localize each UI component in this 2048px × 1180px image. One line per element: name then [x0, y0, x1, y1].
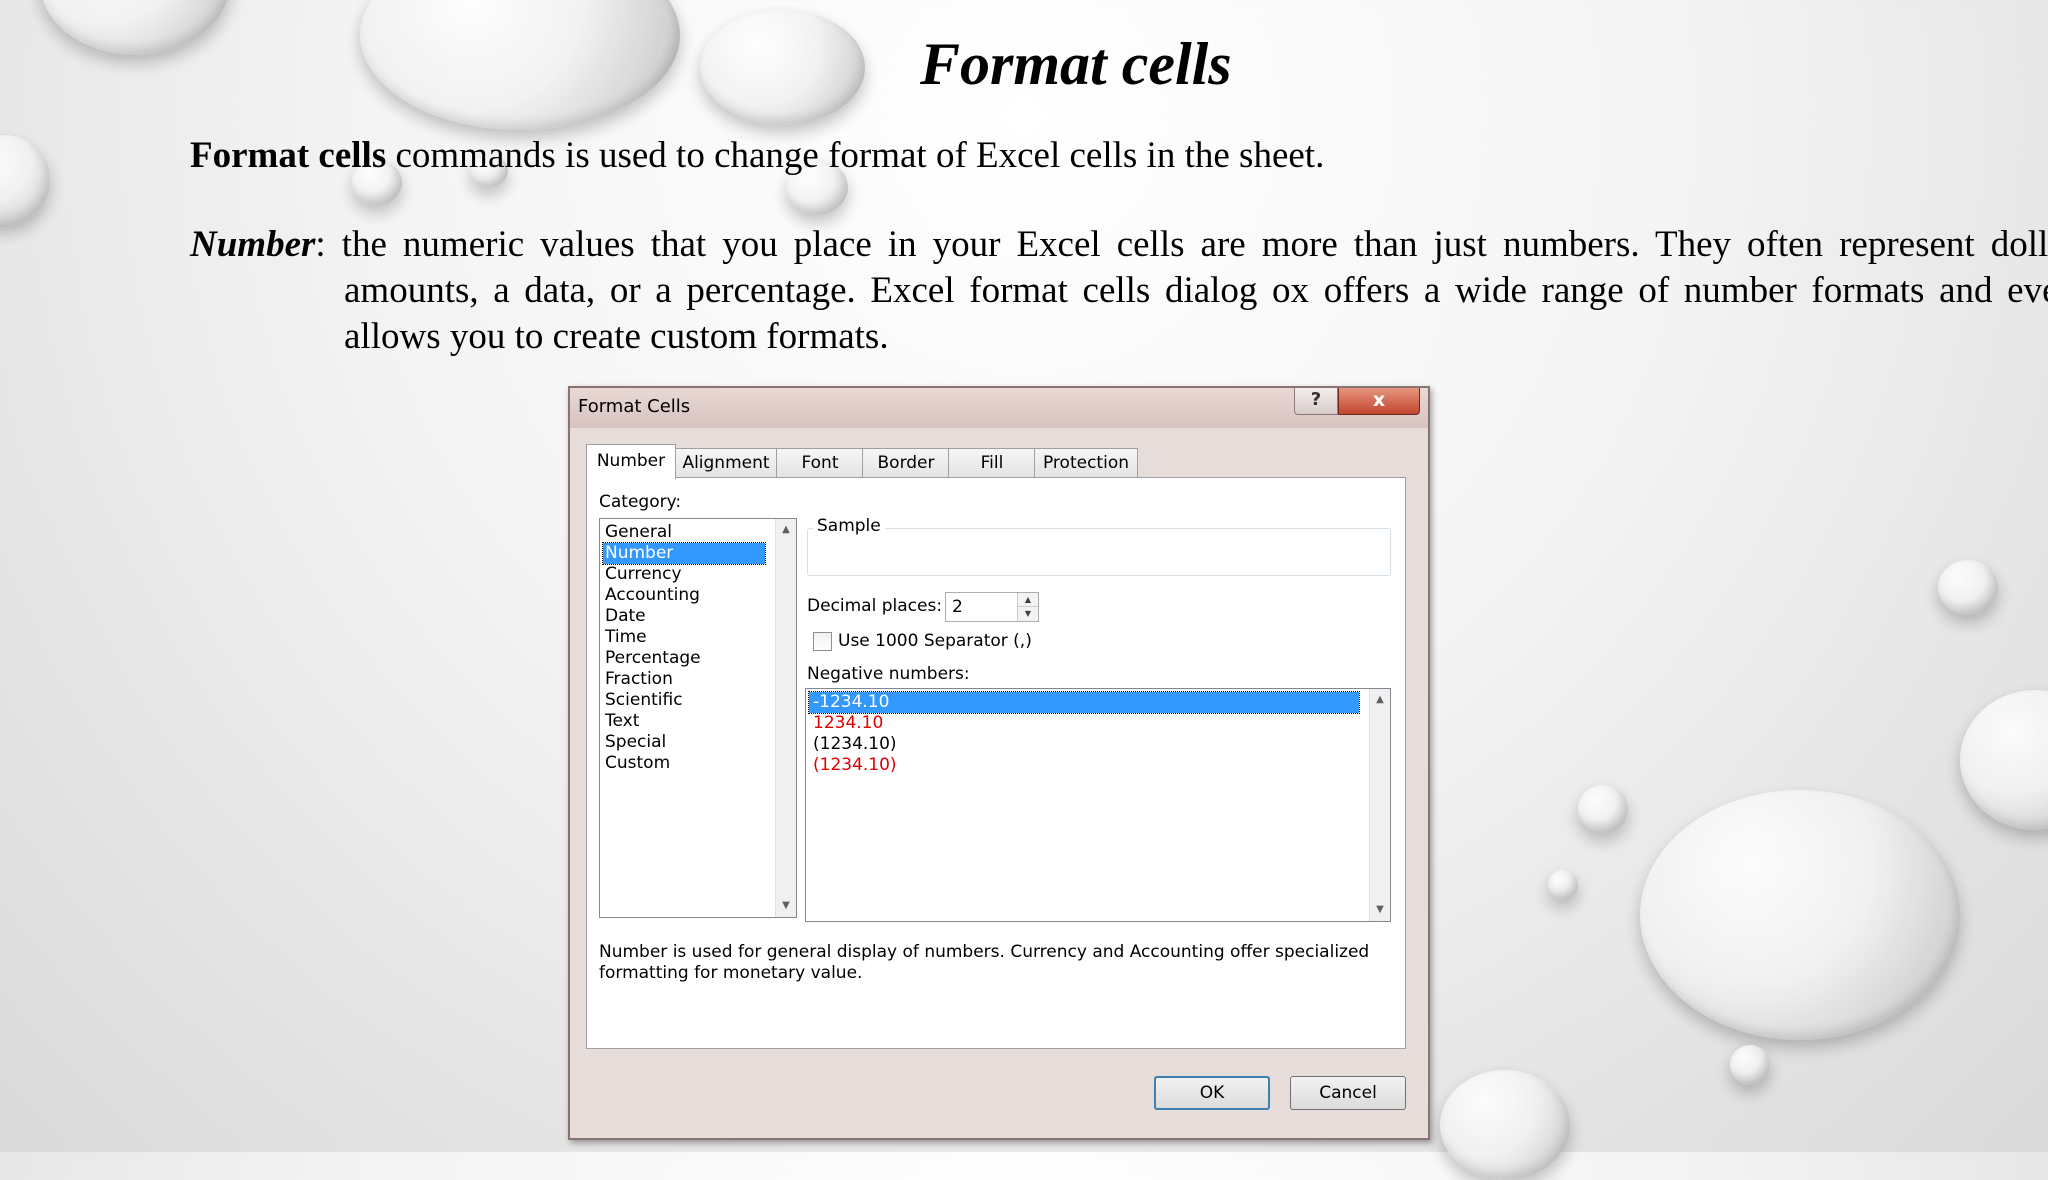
category-scrollbar[interactable]: ▲ ▼	[775, 519, 796, 917]
water-drop-decoration	[360, 0, 680, 130]
water-drop-decoration	[1640, 790, 1960, 1040]
category-item[interactable]: Special	[603, 732, 765, 753]
category-item[interactable]: Time	[603, 627, 765, 648]
intro-text: commands is used to change format of Exc…	[386, 135, 1325, 176]
sample-label: Sample	[813, 516, 885, 536]
category-list[interactable]: General Number Currency Accounting Date …	[599, 518, 797, 918]
category-label: Category:	[599, 492, 682, 512]
category-item[interactable]: Accounting	[603, 585, 765, 606]
decimal-places-label: Decimal places:	[807, 596, 943, 616]
scroll-down-icon[interactable]: ▼	[776, 897, 796, 915]
category-item[interactable]: Scientific	[603, 690, 765, 711]
slide-title: Format cells	[920, 31, 1232, 97]
number-tab-panel: Category: General Number Currency Accoun…	[586, 477, 1406, 1049]
water-drop-decoration	[40, 0, 230, 55]
scroll-down-icon[interactable]: ▼	[1370, 901, 1390, 919]
negative-format-selected[interactable]: -1234.10	[808, 691, 1360, 714]
water-drop-decoration	[1578, 785, 1628, 833]
thousand-separator-checkbox[interactable]	[813, 632, 832, 651]
category-item[interactable]: Fraction	[603, 669, 765, 690]
water-drop-decoration	[700, 10, 865, 125]
format-cells-dialog: Format Cells ? x Number Alignment Font B…	[568, 386, 1430, 1140]
category-item[interactable]: Currency	[603, 564, 765, 585]
cancel-button[interactable]: Cancel	[1290, 1076, 1406, 1110]
water-drop-decoration	[1938, 560, 1998, 615]
intro-paragraph: Format cells commands is used to change …	[190, 130, 1920, 182]
close-button[interactable]: x	[1338, 388, 1420, 415]
negative-scrollbar[interactable]: ▲ ▼	[1369, 689, 1390, 921]
negative-numbers-label: Negative numbers:	[807, 664, 970, 684]
water-drop-decoration	[1548, 870, 1578, 900]
ok-button[interactable]: OK	[1154, 1076, 1270, 1110]
negative-numbers-list[interactable]: -1234.10 1234.10 (1234.10) (1234.10) ▲ ▼	[805, 688, 1391, 922]
water-drop-decoration	[1960, 690, 2048, 830]
water-drop-decoration	[0, 135, 50, 225]
sample-box	[807, 528, 1391, 576]
category-item[interactable]: Percentage	[603, 648, 765, 669]
scroll-up-icon[interactable]: ▲	[776, 521, 796, 539]
number-term: Number	[190, 224, 316, 265]
scroll-up-icon[interactable]: ▲	[1370, 691, 1390, 709]
category-item[interactable]: Custom	[603, 753, 765, 774]
category-description: Number is used for general display of nu…	[599, 942, 1370, 983]
negative-format-item[interactable]: 1234.10	[809, 713, 1359, 734]
dialog-titlebar[interactable]: Format Cells ? x	[570, 388, 1428, 428]
negative-format-item[interactable]: (1234.10)	[809, 734, 1359, 755]
number-text: : the numeric values that you place in y…	[315, 224, 2048, 357]
category-item[interactable]: General	[603, 522, 765, 543]
tab-number[interactable]: Number	[586, 444, 676, 479]
intro-term: Format cells	[190, 135, 387, 176]
category-item[interactable]: Date	[603, 606, 765, 627]
tab-alignment[interactable]: Alignment	[674, 448, 778, 477]
negative-format-item[interactable]: (1234.10)	[809, 755, 1359, 776]
tab-font[interactable]: Font	[776, 448, 864, 477]
tab-border[interactable]: Border	[862, 448, 950, 477]
category-item-selected[interactable]: Number	[602, 542, 766, 565]
decimal-places-stepper[interactable]: 2 ▲ ▼	[945, 592, 1039, 622]
number-paragraph: Number: the numeric values that you plac…	[190, 222, 2048, 360]
spin-buttons[interactable]: ▲ ▼	[1017, 593, 1038, 621]
water-drop-decoration	[1730, 1045, 1770, 1085]
tab-fill[interactable]: Fill	[948, 448, 1036, 477]
dialog-title: Format Cells	[578, 396, 691, 417]
spin-down-icon[interactable]: ▼	[1018, 607, 1038, 620]
tab-protection[interactable]: Protection	[1034, 448, 1138, 477]
help-button[interactable]: ?	[1294, 388, 1338, 415]
category-item[interactable]: Text	[603, 711, 765, 732]
decimal-places-value[interactable]: 2	[952, 597, 963, 617]
water-drop-decoration	[1440, 1070, 1570, 1180]
spin-up-icon[interactable]: ▲	[1018, 593, 1038, 607]
thousand-separator-label[interactable]: Use 1000 Separator (,)	[838, 631, 1032, 651]
